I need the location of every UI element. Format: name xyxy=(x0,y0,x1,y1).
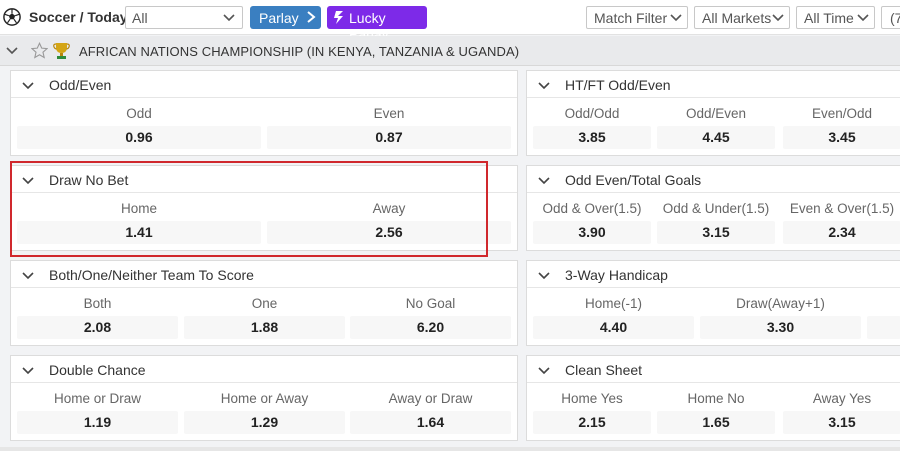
soccer-ball-icon xyxy=(3,8,21,26)
market-header[interactable]: Double Chance xyxy=(11,356,517,383)
market-header[interactable]: 3-Way Handicap xyxy=(527,261,900,288)
market-clean-sheet: Clean Sheet Home Yes Home No Away Yes 2.… xyxy=(526,355,900,441)
chevron-down-icon xyxy=(223,10,235,27)
chevron-down-icon[interactable] xyxy=(537,364,551,382)
league-select[interactable]: All xyxy=(125,6,243,29)
selection-label: No Goal xyxy=(405,296,456,311)
parlay-button[interactable]: Parlay xyxy=(250,6,321,29)
parlay-button-label: Parlay xyxy=(259,10,299,26)
star-icon[interactable] xyxy=(31,42,48,59)
selection-label: Home(-1) xyxy=(584,296,642,311)
market-title: Clean Sheet xyxy=(565,362,643,378)
odds-button[interactable]: 3.45 xyxy=(783,126,900,149)
chevron-down-icon[interactable] xyxy=(21,79,35,97)
league-select-value: All xyxy=(132,10,148,26)
league-header[interactable]: AFRICAN NATIONS CHAMPIONSHIP (IN KENYA, … xyxy=(0,36,900,66)
market-header[interactable]: Both/One/Neither Team To Score xyxy=(11,261,517,288)
selection-label: Odd/Odd xyxy=(564,106,620,121)
chevron-down-icon[interactable] xyxy=(537,269,551,287)
selection-label: One xyxy=(251,296,278,311)
odds-button[interactable]: 2.15 xyxy=(533,411,651,434)
chevron-down-icon[interactable] xyxy=(21,269,35,287)
chevron-down-icon xyxy=(772,10,784,27)
odds-button[interactable]: 3.85 xyxy=(533,126,651,149)
odds-button[interactable]: 1.19 xyxy=(17,411,178,434)
market-header[interactable]: Odd Even/Total Goals xyxy=(527,166,900,193)
odds-button[interactable]: 1.29 xyxy=(184,411,345,434)
all-time-button[interactable]: All Time xyxy=(796,6,875,29)
chevron-down-icon[interactable] xyxy=(537,79,551,97)
selection-label: Home or Away xyxy=(220,391,309,406)
market-header[interactable]: Odd/Even xyxy=(11,71,517,98)
odds-button[interactable]: 0.96 xyxy=(17,126,261,149)
chevron-down-icon[interactable] xyxy=(21,364,35,382)
market-odd-even: Odd/Even Odd Even 0.96 0.87 xyxy=(10,70,518,156)
market-odd-even-total-goals: Odd Even/Total Goals Odd & Over(1.5) Odd… xyxy=(526,165,900,251)
divider xyxy=(0,447,900,451)
selection-label: Odd/Even xyxy=(685,106,747,121)
chevron-down-icon[interactable] xyxy=(537,174,551,192)
market-title: Odd/Even xyxy=(49,77,112,93)
market-title: Odd Even/Total Goals xyxy=(565,172,702,188)
odds-button[interactable]: 6.20 xyxy=(350,316,511,339)
league-name: AFRICAN NATIONS CHAMPIONSHIP (IN KENYA, … xyxy=(79,44,520,59)
selection-label: Home Yes xyxy=(561,391,623,406)
selection-label: Home No xyxy=(687,391,745,406)
market-title: HT/FT Odd/Even xyxy=(565,77,671,93)
odds-button[interactable]: 2.34 xyxy=(783,221,900,244)
selection-label: Even/Odd xyxy=(811,106,873,121)
all-time-label: All Time xyxy=(804,10,854,26)
odds-button[interactable]: 1.88 xyxy=(184,316,345,339)
match-filter-label: Match Filter xyxy=(594,10,668,26)
all-markets-button[interactable]: All Markets xyxy=(694,6,790,29)
odds-button[interactable]: 3.90 xyxy=(533,221,651,244)
all-markets-label: All Markets xyxy=(702,10,772,26)
market-htft-odd-even: HT/FT Odd/Even Odd/Odd Odd/Even Even/Odd… xyxy=(526,70,900,156)
market-both-one-neither: Both/One/Neither Team To Score Both One … xyxy=(10,260,518,346)
lightning-icon xyxy=(334,11,343,24)
odds-button[interactable]: 3.30 xyxy=(700,316,861,339)
market-header[interactable]: Clean Sheet xyxy=(527,356,900,383)
odds-button[interactable]: 3.15 xyxy=(783,411,900,434)
selection-label: Both xyxy=(83,296,112,311)
chevron-down-icon xyxy=(857,10,869,27)
selection-label: Home or Draw xyxy=(53,391,142,406)
selection-label: Away Yes xyxy=(812,391,872,406)
highlight-box xyxy=(10,161,488,257)
trophy-icon xyxy=(53,43,70,59)
odds-button[interactable]: 1.64 xyxy=(350,411,511,434)
selection-label: Odd & Over(1.5) xyxy=(542,201,642,216)
odds-button[interactable] xyxy=(867,316,900,339)
lucky-parlay-button[interactable]: Lucky Parlay xyxy=(327,6,427,42)
market-3-way-handicap: 3-Way Handicap Home(-1) Draw(Away+1) 4.4… xyxy=(526,260,900,346)
chevron-down-icon[interactable] xyxy=(5,44,19,62)
top-bar: Soccer / Today All Parlay Lucky Parlay M… xyxy=(0,0,900,42)
selection-label: Odd xyxy=(126,106,152,121)
market-title: Both/One/Neither Team To Score xyxy=(49,267,254,283)
odds-button[interactable]: 0.87 xyxy=(267,126,511,149)
market-header[interactable]: HT/FT Odd/Even xyxy=(527,71,900,98)
odds-format-button[interactable]: (7 xyxy=(881,6,900,29)
selection-label: Draw(Away+1) xyxy=(736,296,825,311)
odds-format-label: (7 xyxy=(890,10,900,26)
chevron-down-icon xyxy=(670,10,682,27)
odds-button[interactable]: 3.15 xyxy=(657,221,775,244)
selection-label: Odd & Under(1.5) xyxy=(662,201,770,216)
match-filter-button[interactable]: Match Filter xyxy=(586,6,688,29)
chevron-right-icon xyxy=(305,10,317,27)
odds-button[interactable]: 2.08 xyxy=(17,316,178,339)
market-double-chance: Double Chance Home or Draw Home or Away … xyxy=(10,355,518,441)
market-title: 3-Way Handicap xyxy=(565,267,668,283)
selection-label: Away or Draw xyxy=(388,391,473,406)
page-title: Soccer / Today xyxy=(29,9,128,25)
odds-button[interactable]: 4.40 xyxy=(533,316,694,339)
odds-button[interactable]: 1.65 xyxy=(657,411,775,434)
market-title: Double Chance xyxy=(49,362,146,378)
selection-label: Even & Over(1.5) xyxy=(789,201,895,216)
odds-button[interactable]: 4.45 xyxy=(657,126,775,149)
selection-label: Even xyxy=(373,106,405,121)
